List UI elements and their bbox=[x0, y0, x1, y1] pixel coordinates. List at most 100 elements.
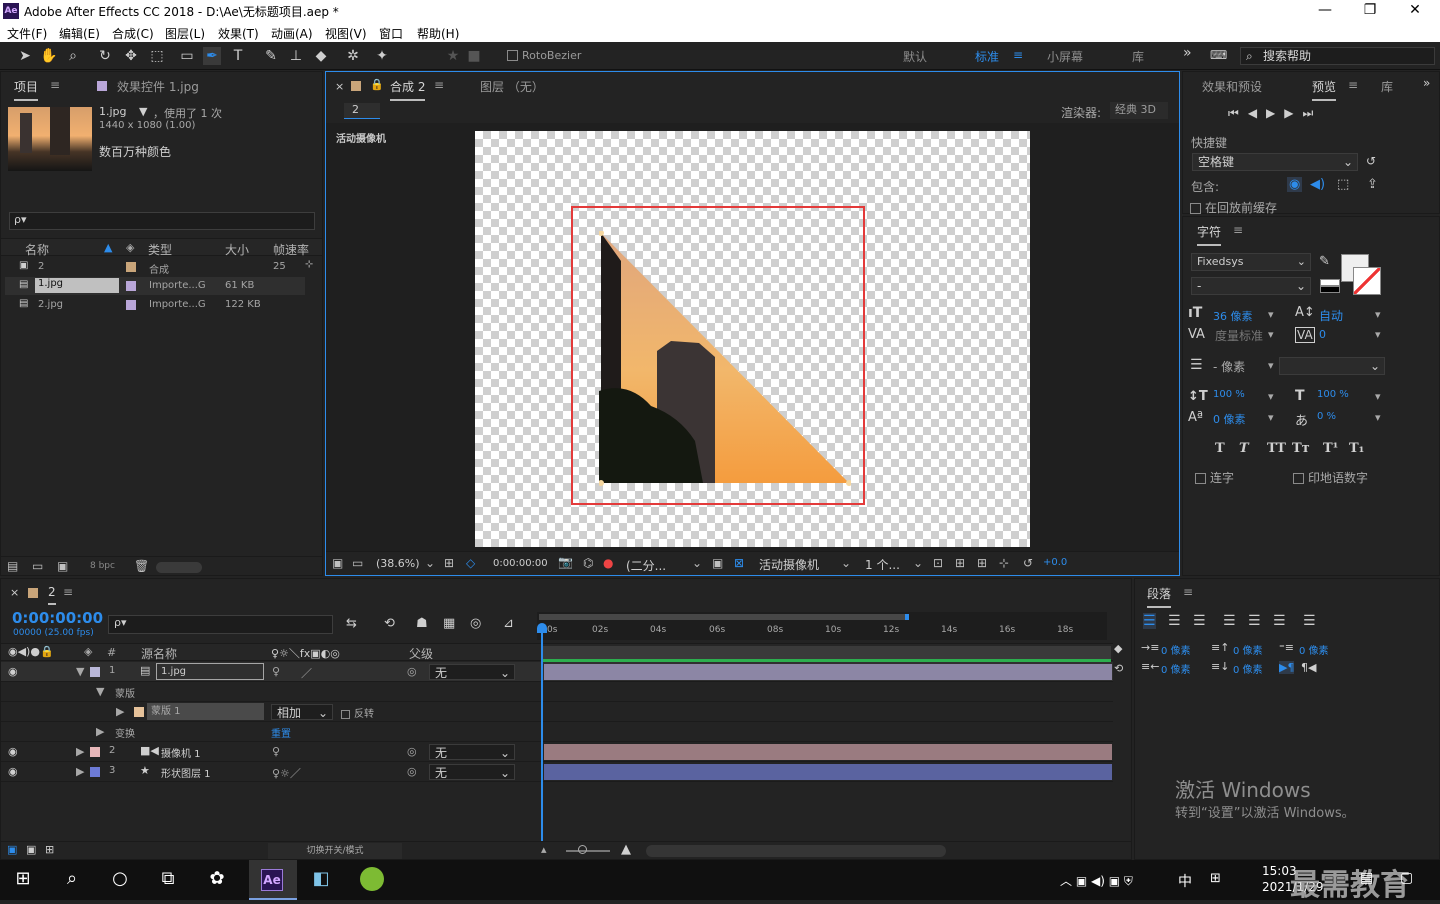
project-search-input[interactable]: ρ▾ bbox=[9, 212, 315, 230]
pick-whip-icon[interactable]: ◎ bbox=[407, 745, 417, 758]
layer-duration-bar[interactable] bbox=[544, 664, 1112, 680]
play-icon[interactable]: ▶ bbox=[1266, 106, 1284, 120]
snapshot-icon[interactable]: 📷 bbox=[558, 555, 573, 569]
space-before-value[interactable]: 0 像素 bbox=[1233, 642, 1263, 657]
timeline-search-input[interactable]: ρ▾ bbox=[108, 615, 333, 634]
project-item-1jpg[interactable]: ▤ 1.jpg Importe...G 61 KB bbox=[5, 277, 305, 295]
pinwheel-app-icon[interactable]: ✿ bbox=[202, 868, 232, 889]
minimize-button[interactable]: — bbox=[1310, 2, 1340, 18]
lock-icon[interactable]: 🔒 bbox=[370, 78, 384, 91]
parent-dropdown[interactable]: 无 ⌄ bbox=[429, 744, 515, 760]
timing-toggle-icon[interactable]: ⊞ bbox=[45, 843, 54, 856]
current-time[interactable]: 0:00:00:00 bbox=[493, 558, 548, 569]
preview-menu-icon[interactable]: ≡ bbox=[1348, 78, 1358, 92]
monitor-icon[interactable]: ▭ bbox=[352, 556, 363, 570]
puppet-pin-tool-icon[interactable]: ✦ bbox=[373, 47, 391, 65]
baseline-shift-value[interactable]: 0 像素 bbox=[1213, 411, 1246, 427]
menu-effect[interactable]: 效果(T) bbox=[218, 25, 259, 42]
layer-name[interactable]: 形状图层 1 bbox=[161, 765, 211, 780]
invert-checkbox[interactable]: 反转 bbox=[341, 705, 374, 720]
label-swatch[interactable] bbox=[126, 281, 136, 291]
last-frame-icon[interactable]: ⏭ bbox=[1303, 106, 1323, 120]
workspace-library[interactable]: 库 bbox=[1132, 48, 1144, 65]
menu-edit[interactable]: 编辑(E) bbox=[59, 25, 100, 42]
superscript-button[interactable]: T¹ bbox=[1323, 441, 1338, 456]
comp-marker-icon[interactable]: ⟲ bbox=[1114, 662, 1123, 675]
keyframe-marker-icon[interactable]: ◆ bbox=[1114, 642, 1122, 655]
small-caps-button[interactable]: Tт bbox=[1292, 441, 1310, 456]
motion-blur-icon[interactable]: ◎ bbox=[470, 616, 481, 631]
menu-animation[interactable]: 动画(A) bbox=[271, 25, 313, 42]
include-overlay-icon[interactable]: ⬚ bbox=[1337, 177, 1349, 192]
mask-visibility-icon[interactable]: ◇ bbox=[466, 556, 475, 570]
workspace-default[interactable]: 默认 bbox=[903, 48, 927, 65]
delete-icon[interactable]: 🗑 bbox=[134, 559, 149, 573]
chevron-down-icon[interactable]: ▾ bbox=[1375, 308, 1381, 321]
eraser-tool-icon[interactable]: ◆ bbox=[312, 47, 330, 65]
font-size-value[interactable]: 36 像素 bbox=[1213, 308, 1253, 324]
cache-checkbox[interactable]: 在回放前缓存 bbox=[1190, 199, 1277, 216]
shy-layers-icon[interactable]: ☗ bbox=[416, 616, 428, 631]
cortana-icon[interactable]: ○ bbox=[105, 868, 135, 889]
view-layout-dropdown[interactable]: 1 个... bbox=[865, 556, 900, 573]
character-menu-icon[interactable]: ≡ bbox=[1233, 223, 1243, 237]
mask-color-swatch[interactable] bbox=[134, 707, 144, 717]
close-tab-icon[interactable]: × bbox=[335, 80, 344, 93]
safe-margins-icon[interactable]: ⊞ bbox=[444, 556, 454, 570]
menu-help[interactable]: 帮助(H) bbox=[417, 25, 459, 42]
channel-icon[interactable]: ● bbox=[603, 556, 613, 570]
timeline-menu-icon[interactable]: ≡ bbox=[63, 585, 73, 599]
justify-right-icon[interactable]: ☰ bbox=[1273, 613, 1286, 629]
parent-dropdown[interactable]: 无 ⌄ bbox=[429, 764, 515, 780]
timeline-mask-row[interactable]: ▶ 蒙版 1 相加 ⌄ 反转 bbox=[1, 702, 1113, 722]
reset-icon[interactable]: ↺ bbox=[1366, 154, 1376, 168]
col-name[interactable]: 名称 bbox=[25, 241, 49, 258]
always-preview-icon[interactable]: ▣ bbox=[332, 556, 343, 570]
ime-mode-icon[interactable]: ⊞ bbox=[1210, 871, 1221, 886]
search-icon[interactable]: ⌕ bbox=[57, 868, 87, 889]
shy-switch-icon[interactable]: ♀ bbox=[272, 745, 280, 758]
shy-switch-icon[interactable]: ♀ bbox=[272, 665, 280, 678]
ligatures-checkbox[interactable]: 连字 bbox=[1195, 469, 1234, 486]
more-workspaces-button[interactable]: » bbox=[1183, 45, 1192, 61]
align-left-icon[interactable]: ☰ bbox=[1143, 613, 1156, 629]
resolution-dropdown[interactable]: (二分... bbox=[626, 557, 666, 574]
camera-view-dropdown[interactable]: 活动摄像机 bbox=[759, 556, 819, 573]
col-source-name[interactable]: 源名称 bbox=[141, 645, 177, 662]
chevron-down-icon[interactable]: ▾ bbox=[1375, 411, 1381, 424]
menu-window[interactable]: 窗口 bbox=[379, 25, 403, 42]
workspace-standard[interactable]: 标准 bbox=[975, 48, 999, 65]
timeline-layer-row[interactable]: ◉ ▶ 2 ■◀ 摄像机 1 ♀ ◎ 无 ⌄ bbox=[1, 742, 1113, 762]
magnification-dropdown[interactable]: (38.6%) bbox=[376, 557, 420, 570]
black-swatch[interactable] bbox=[1320, 286, 1340, 293]
tsume-value[interactable]: 0 % bbox=[1317, 411, 1336, 422]
layer-label-swatch[interactable] bbox=[90, 667, 100, 677]
clone-stamp-tool-icon[interactable]: ⊥ bbox=[287, 47, 305, 65]
tab-layer[interactable]: 图层 （无） bbox=[480, 78, 544, 95]
rtl-direction-icon[interactable]: ¶◀ bbox=[1301, 661, 1316, 674]
chevron-down-icon[interactable]: ▾ bbox=[1268, 328, 1274, 341]
frame-blending-icon[interactable]: ▦ bbox=[443, 616, 455, 631]
stroke-color-swatch[interactable] bbox=[1353, 267, 1381, 295]
tab-character[interactable]: 字符 bbox=[1197, 223, 1222, 246]
close-tab-icon[interactable]: × bbox=[10, 586, 19, 599]
include-audio-icon[interactable]: ◀) bbox=[1310, 177, 1325, 192]
label-tag-icon[interactable]: ◈ bbox=[84, 645, 92, 658]
masked-image[interactable] bbox=[599, 231, 851, 486]
twirl-right-icon[interactable]: ▶ bbox=[76, 745, 84, 758]
justify-left-icon[interactable]: ☰ bbox=[1223, 613, 1236, 629]
new-composition-icon[interactable]: ▣ bbox=[57, 559, 68, 573]
comp-breadcrumb[interactable]: 2 bbox=[344, 103, 380, 119]
tab-timeline-comp[interactable]: 2 bbox=[48, 585, 56, 605]
faux-italic-button[interactable]: T bbox=[1239, 441, 1249, 456]
shortcut-dropdown[interactable]: 空格键 ⌄ bbox=[1192, 153, 1358, 171]
chevron-down-icon[interactable]: ▾ bbox=[1268, 411, 1274, 424]
tab-paragraph[interactable]: 段落 bbox=[1147, 585, 1172, 608]
pen-tool-icon[interactable]: ✒ bbox=[203, 47, 221, 65]
current-time-indicator[interactable] bbox=[541, 631, 543, 841]
timeline-current-time[interactable]: 0:00:00:00 bbox=[12, 609, 103, 627]
previous-frame-icon[interactable]: ◀ bbox=[1248, 106, 1266, 120]
export-icon[interactable]: ⇪ bbox=[1367, 177, 1378, 192]
chevron-down-icon[interactable]: ⌄ bbox=[425, 556, 435, 570]
exposure-value[interactable]: +0.0 bbox=[1043, 557, 1067, 568]
